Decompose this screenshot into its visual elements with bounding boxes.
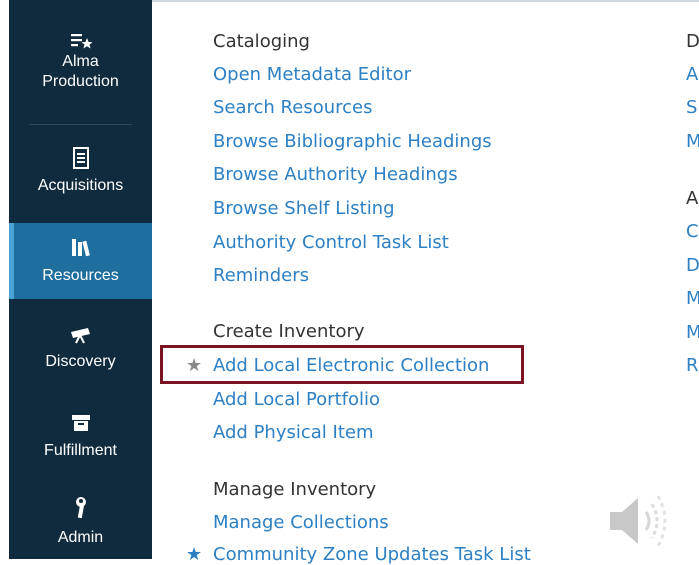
sidebar-item-label: Resources bbox=[42, 267, 119, 284]
ledger-icon bbox=[72, 147, 89, 169]
link-browse-shelf-listing[interactable]: Browse Shelf Listing bbox=[213, 198, 395, 219]
link-manage-collections[interactable]: Manage Collections bbox=[213, 512, 389, 533]
sidebar-item-fulfillment[interactable]: Fulfillment bbox=[9, 413, 152, 473]
sidebar-item-alma-production[interactable]: Alma Production bbox=[9, 30, 152, 110]
star-list-icon bbox=[70, 34, 92, 49]
section-title-col2: D bbox=[686, 31, 699, 52]
link-open-metadata-editor[interactable]: Open Metadata Editor bbox=[213, 64, 411, 85]
sidebar-item-label: Fulfillment bbox=[44, 442, 117, 459]
section-title-cataloging: Cataloging bbox=[213, 31, 310, 52]
link-col2[interactable]: S bbox=[686, 97, 697, 118]
books-icon bbox=[71, 239, 90, 257]
sidebar-item-label: Alma bbox=[62, 53, 99, 70]
sidebar-item-label: Acquisitions bbox=[37, 177, 124, 194]
sidebar-item-resources[interactable]: Resources bbox=[9, 223, 152, 299]
link-col2[interactable]: M bbox=[686, 288, 699, 309]
wrench-icon bbox=[75, 497, 86, 519]
favorite-star-icon[interactable]: ★ bbox=[186, 355, 202, 376]
sidebar-item-acquisitions[interactable]: Acquisitions bbox=[9, 146, 152, 206]
link-reminders[interactable]: Reminders bbox=[213, 265, 309, 286]
sidebar-item-label: Admin bbox=[57, 529, 104, 546]
sidebar-item-label: Discovery bbox=[45, 353, 116, 370]
sidebar-item-admin[interactable]: Admin bbox=[9, 496, 152, 556]
link-browse-bibliographic-headings[interactable]: Browse Bibliographic Headings bbox=[213, 131, 492, 152]
section-title-create-inventory: Create Inventory bbox=[213, 321, 365, 342]
link-col2[interactable]: C bbox=[686, 221, 699, 242]
main-sidebar: Alma Production Acquisitions Resources D… bbox=[9, 0, 152, 559]
link-browse-authority-headings[interactable]: Browse Authority Headings bbox=[213, 164, 458, 185]
speaker-icon[interactable] bbox=[606, 490, 676, 552]
sidebar-divider bbox=[29, 124, 132, 125]
link-authority-control-task-list[interactable]: Authority Control Task List bbox=[213, 232, 449, 253]
sidebar-item-discovery[interactable]: Discovery bbox=[9, 326, 152, 386]
sidebar-item-label: Production bbox=[42, 73, 119, 90]
link-add-physical-item[interactable]: Add Physical Item bbox=[213, 422, 374, 443]
section-title-col2: A bbox=[686, 188, 699, 209]
archive-box-icon bbox=[71, 415, 90, 431]
link-add-local-portfolio[interactable]: Add Local Portfolio bbox=[213, 389, 380, 410]
link-col2[interactable]: M bbox=[686, 131, 699, 152]
link-add-local-electronic-collection[interactable]: Add Local Electronic Collection bbox=[213, 355, 489, 376]
favorite-star-icon[interactable]: ★ bbox=[186, 544, 202, 565]
link-community-zone-updates-task-list[interactable]: Community Zone Updates Task List bbox=[213, 544, 531, 565]
telescope-icon bbox=[70, 328, 90, 344]
link-search-resources[interactable]: Search Resources bbox=[213, 97, 373, 118]
link-col2[interactable]: R bbox=[686, 355, 699, 376]
section-title-manage-inventory: Manage Inventory bbox=[213, 479, 377, 500]
link-col2[interactable]: A bbox=[686, 64, 698, 85]
link-col2[interactable]: D bbox=[686, 255, 699, 276]
window-edge bbox=[0, 0, 9, 559]
link-col2[interactable]: M bbox=[686, 322, 699, 343]
